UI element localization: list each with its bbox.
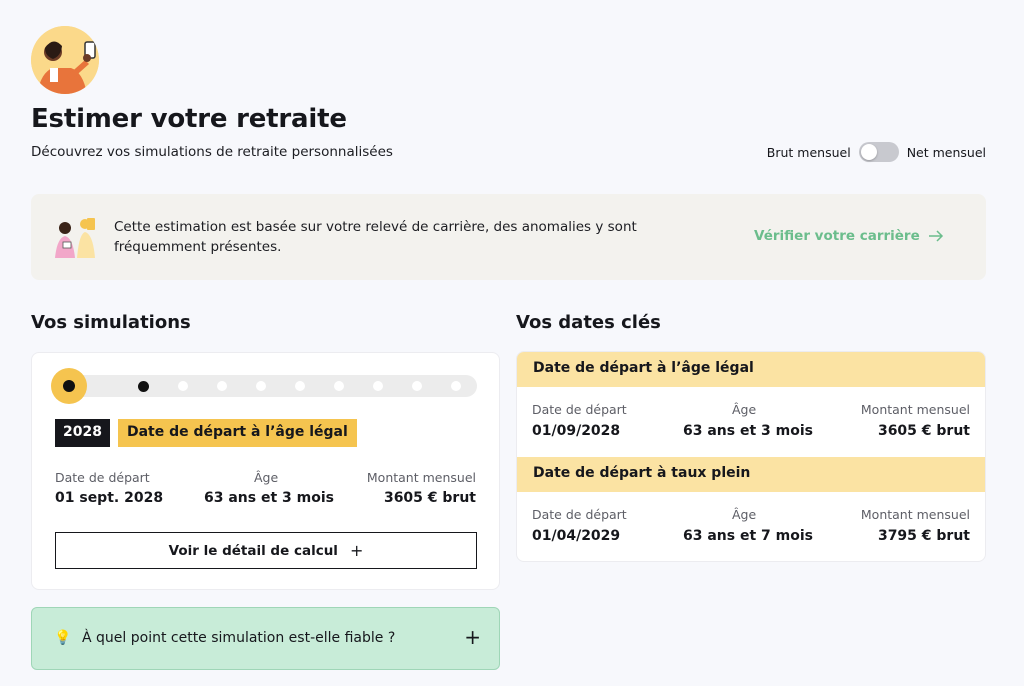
departure-date-label: Date de départ (55, 470, 150, 485)
verify-career-label: Vérifier votre carrière (754, 228, 920, 244)
calculation-detail-label: Voir le détail de calcul (168, 542, 338, 559)
net-label: Net mensuel (906, 144, 986, 160)
page-subtitle: Découvrez vos simulations de retraite pe… (31, 144, 393, 160)
timeline-point[interactable] (256, 381, 266, 391)
key-date-departure-value: 01/04/2029 (532, 528, 621, 544)
avatar (31, 26, 99, 94)
timeline-point[interactable] (178, 381, 188, 391)
reliability-faq-accordion[interactable]: 💡 À quel point cette simulation est-elle… (31, 607, 500, 670)
monthly-amount-value: 3605 € brut (383, 490, 476, 506)
year-badge: 2028 (55, 419, 110, 447)
age-value: 63 ans et 3 mois (204, 490, 334, 506)
timeline-point[interactable] (412, 381, 422, 391)
expand-plus-icon: + (464, 625, 481, 649)
plus-icon: + (349, 541, 364, 560)
age-label: Âge (254, 470, 279, 485)
simulations-title: Vos simulations (31, 312, 191, 333)
key-date-amount-value: 3795 € brut (877, 528, 970, 544)
key-date-heading: Date de départ à taux plein (517, 457, 985, 492)
key-date-departure-label: Date de départ (532, 402, 627, 417)
calculation-detail-button[interactable]: Voir le détail de calcul + (55, 532, 477, 569)
scenario-badges: 2028 Date de départ à l’âge légal (55, 419, 357, 447)
timeline-point[interactable] (217, 381, 227, 391)
departure-date-value: 01 sept. 2028 (55, 490, 164, 506)
timeline-point[interactable] (334, 381, 344, 391)
simulation-card: 2028 Date de départ à l’âge légal Date d… (31, 352, 500, 590)
key-dates-title: Vos dates clés (516, 312, 661, 333)
key-date-age-label: Âge (732, 402, 757, 417)
monthly-amount-label: Montant mensuel (366, 470, 476, 485)
arrow-right-icon (928, 230, 943, 242)
page-title: Estimer votre retraite (31, 104, 347, 134)
key-date-age-value: 63 ans et 7 mois (683, 528, 813, 544)
key-dates-card: Date de départ à l’âge légal Date de dép… (516, 351, 986, 562)
key-date-departure-label: Date de départ (532, 507, 627, 522)
brut-label: Brut mensuel (766, 144, 851, 160)
toggle-knob (860, 144, 877, 160)
verify-career-link[interactable]: Vérifier votre carrière (754, 228, 944, 244)
key-date-age-value: 63 ans et 3 mois (683, 423, 813, 439)
key-date-amount-label: Montant mensuel (860, 507, 970, 522)
key-date-departure-value: 01/09/2028 (532, 423, 621, 439)
timeline-point[interactable] (373, 381, 383, 391)
key-date-amount-value: 3605 € brut (877, 423, 970, 439)
key-date-amount-label: Montant mensuel (860, 402, 970, 417)
timeline-point-active-center (63, 380, 75, 392)
key-date-heading: Date de départ à l’âge légal (517, 352, 985, 387)
faq-question: À quel point cette simulation est-elle f… (82, 630, 396, 646)
lightbulb-icon: 💡 (54, 630, 72, 646)
timeline-point-active[interactable] (51, 368, 87, 404)
brut-net-toggle-group: Brut mensuel Net mensuel (767, 142, 986, 162)
people-illustration-icon (55, 218, 95, 258)
key-date-age-label: Âge (732, 507, 757, 522)
timeline-point[interactable] (451, 381, 461, 391)
scenario-badge: Date de départ à l’âge légal (117, 419, 357, 447)
banner-text: Cette estimation est basée sur votre rel… (114, 219, 637, 255)
person-photo-illustration-icon (31, 26, 99, 94)
simulation-timeline[interactable] (51, 368, 477, 404)
brut-net-toggle[interactable] (858, 142, 899, 162)
timeline-point[interactable] (138, 380, 149, 392)
timeline-point[interactable] (295, 381, 305, 391)
career-info-banner: Cette estimation est basée sur votre rel… (31, 194, 986, 280)
